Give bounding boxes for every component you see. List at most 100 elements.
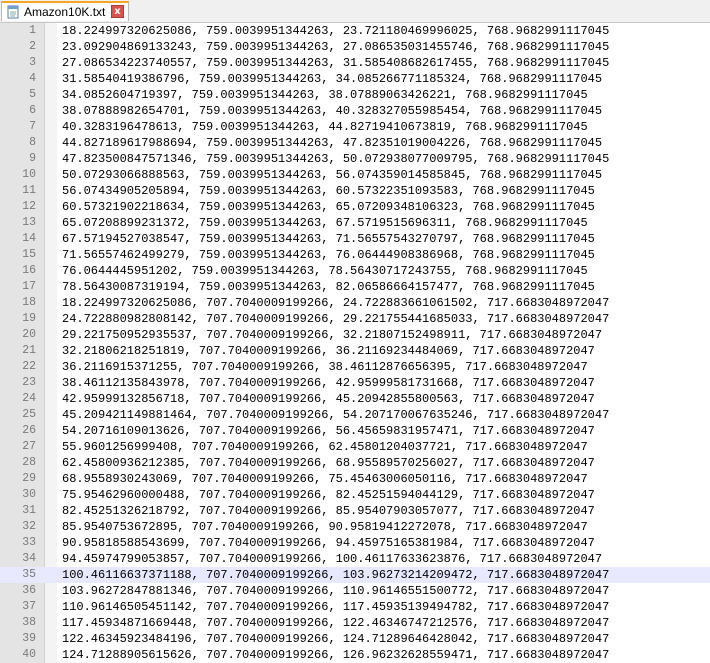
line-number: 17 <box>22 280 36 293</box>
editor-line[interactable]: 21 32.21806218251819, 707.7040009199266, … <box>0 343 710 359</box>
line-text[interactable]: 50.07293066888563, 759.0039951344263, 56… <box>62 167 602 183</box>
line-text[interactable]: 75.95462960000488, 707.7040009199266, 82… <box>62 487 595 503</box>
editor-line[interactable]: 16 76.0644445951202, 759.0039951344263, 7… <box>0 263 710 279</box>
editor-line[interactable]: 26 54.20716109013626, 707.7040009199266, … <box>0 423 710 439</box>
line-text[interactable]: 60.57321902218634, 759.0039951344263, 65… <box>62 199 595 215</box>
line-number: 2 <box>29 40 36 53</box>
editor-line[interactable]: 27 55.9601256999408, 707.7040009199266, 6… <box>0 439 710 455</box>
line-text[interactable]: 23.092904869133243, 759.0039951344263, 2… <box>62 39 609 55</box>
line-number: 16 <box>22 264 36 277</box>
line-text[interactable]: 71.56557462499279, 759.0039951344263, 76… <box>62 247 595 263</box>
line-text[interactable]: 42.95999132856718, 707.7040009199266, 45… <box>62 391 595 407</box>
editor-line[interactable]: 8 44.827189617988694, 759.0039951344263, … <box>0 135 710 151</box>
line-number: 36 <box>22 584 36 597</box>
line-text[interactable]: 24.722880982808142, 707.7040009199266, 2… <box>62 311 609 327</box>
line-text[interactable]: 55.9601256999408, 707.7040009199266, 62.… <box>62 439 588 455</box>
close-tab-icon[interactable]: x <box>111 5 124 18</box>
editor-line[interactable]: 24 42.95999132856718, 707.7040009199266, … <box>0 391 710 407</box>
line-text[interactable]: 31.58540419386796, 759.0039951344263, 34… <box>62 71 602 87</box>
editor-line[interactable]: 7 40.3283196478613, 759.0039951344263, 44… <box>0 119 710 135</box>
editor-line[interactable]: 10 50.07293066888563, 759.0039951344263, … <box>0 167 710 183</box>
editor-line[interactable]: 15 71.56557462499279, 759.0039951344263, … <box>0 247 710 263</box>
line-text[interactable]: 27.086534223740557, 759.0039951344263, 3… <box>62 55 609 71</box>
editor-line[interactable]: 18 18.224997320625086, 707.7040009199266,… <box>0 295 710 311</box>
line-number: 10 <box>22 168 36 181</box>
line-number: 34 <box>22 552 36 565</box>
editor-line[interactable]: 33 90.95818588543699, 707.7040009199266, … <box>0 535 710 551</box>
editor-line[interactable]: 37 110.96146505451142, 707.7040009199266,… <box>0 599 710 615</box>
editor-line[interactable]: 36 103.96272847881346, 707.7040009199266,… <box>0 583 710 599</box>
text-editor[interactable]: 1 18.224997320625086, 759.0039951344263, … <box>0 23 710 663</box>
line-text[interactable]: 62.45800936212385, 707.7040009199266, 68… <box>62 455 595 471</box>
editor-line[interactable]: 3 27.086534223740557, 759.0039951344263, … <box>0 55 710 71</box>
editor-line[interactable]: 1 18.224997320625086, 759.0039951344263, … <box>0 23 710 39</box>
line-text[interactable]: 100.46116637371188, 707.7040009199266, 1… <box>62 567 609 583</box>
line-number: 20 <box>22 328 36 341</box>
editor-line[interactable]: 39 122.46345923484196, 707.7040009199266,… <box>0 631 710 647</box>
line-text[interactable]: 67.57194527038547, 759.0039951344263, 71… <box>62 231 595 247</box>
line-text[interactable]: 34.0852604719397, 759.0039951344263, 38.… <box>62 87 588 103</box>
line-text[interactable]: 76.0644445951202, 759.0039951344263, 78.… <box>62 263 588 279</box>
line-text[interactable]: 122.46345923484196, 707.7040009199266, 1… <box>62 631 609 647</box>
editor-line[interactable]: 13 65.07208899231372, 759.0039951344263, … <box>0 215 710 231</box>
line-text[interactable]: 54.20716109013626, 707.7040009199266, 56… <box>62 423 595 439</box>
editor-line[interactable]: 31 82.45251326218792, 707.7040009199266, … <box>0 503 710 519</box>
editor-line[interactable]: 17 78.56430087319194, 759.0039951344263, … <box>0 279 710 295</box>
line-number: 15 <box>22 248 36 261</box>
line-text[interactable]: 36.2116915371255, 707.7040009199266, 38.… <box>62 359 588 375</box>
notepad-file-icon <box>6 5 20 19</box>
line-text[interactable]: 110.96146505451142, 707.7040009199266, 1… <box>62 599 609 615</box>
line-text[interactable]: 90.95818588543699, 707.7040009199266, 94… <box>62 535 595 551</box>
line-text[interactable]: 44.827189617988694, 759.0039951344263, 4… <box>62 135 602 151</box>
line-number: 1 <box>29 24 36 37</box>
line-text[interactable]: 103.96272847881346, 707.7040009199266, 1… <box>62 583 609 599</box>
line-number: 25 <box>22 408 36 421</box>
editor-line[interactable]: 25 45.209421149881464, 707.7040009199266,… <box>0 407 710 423</box>
editor-line[interactable]: 6 38.07888982654701, 759.0039951344263, 4… <box>0 103 710 119</box>
line-text[interactable]: 82.45251326218792, 707.7040009199266, 85… <box>62 503 595 519</box>
editor-line[interactable]: 9 47.823500847571346, 759.0039951344263, … <box>0 151 710 167</box>
editor-line[interactable]: 14 67.57194527038547, 759.0039951344263, … <box>0 231 710 247</box>
tab-amazon10k[interactable]: Amazon10K.txt x <box>1 1 129 21</box>
editor-lines[interactable]: 1 18.224997320625086, 759.0039951344263, … <box>0 23 710 663</box>
line-text[interactable]: 68.9558930243069, 707.7040009199266, 75.… <box>62 471 588 487</box>
editor-line[interactable]: 2 23.092904869133243, 759.0039951344263, … <box>0 39 710 55</box>
editor-line[interactable]: 11 56.07434905205894, 759.0039951344263, … <box>0 183 710 199</box>
line-text[interactable]: 32.21806218251819, 707.7040009199266, 36… <box>62 343 595 359</box>
line-number: 8 <box>29 136 36 149</box>
line-text[interactable]: 78.56430087319194, 759.0039951344263, 82… <box>62 279 595 295</box>
line-number: 4 <box>29 72 36 85</box>
editor-line[interactable]: 34 94.45974799053857, 707.7040009199266, … <box>0 551 710 567</box>
editor-line[interactable]: 20 29.221750952935537, 707.7040009199266,… <box>0 327 710 343</box>
line-text[interactable]: 85.9540753672895, 707.7040009199266, 90.… <box>62 519 588 535</box>
line-text[interactable]: 47.823500847571346, 759.0039951344263, 5… <box>62 151 609 167</box>
line-number: 38 <box>22 616 36 629</box>
line-number: 24 <box>22 392 36 405</box>
line-text[interactable]: 18.224997320625086, 759.0039951344263, 2… <box>62 23 609 39</box>
editor-line[interactable]: 23 38.46112135843978, 707.7040009199266, … <box>0 375 710 391</box>
editor-line[interactable]: 4 31.58540419386796, 759.0039951344263, 3… <box>0 71 710 87</box>
editor-line[interactable]: 32 85.9540753672895, 707.7040009199266, 9… <box>0 519 710 535</box>
editor-line[interactable]: 29 68.9558930243069, 707.7040009199266, 7… <box>0 471 710 487</box>
line-text[interactable]: 94.45974799053857, 707.7040009199266, 10… <box>62 551 602 567</box>
line-text[interactable]: 40.3283196478613, 759.0039951344263, 44.… <box>62 119 588 135</box>
line-number: 35 <box>22 568 36 581</box>
line-text[interactable]: 18.224997320625086, 707.7040009199266, 2… <box>62 295 609 311</box>
line-text[interactable]: 29.221750952935537, 707.7040009199266, 3… <box>62 327 602 343</box>
line-text[interactable]: 65.07208899231372, 759.0039951344263, 67… <box>62 215 588 231</box>
editor-line[interactable]: 5 34.0852604719397, 759.0039951344263, 38… <box>0 87 710 103</box>
line-text[interactable]: 38.07888982654701, 759.0039951344263, 40… <box>62 103 602 119</box>
editor-line[interactable]: 40 124.71288905615626, 707.7040009199266,… <box>0 647 710 663</box>
editor-line[interactable]: 38 117.45934871669448, 707.7040009199266,… <box>0 615 710 631</box>
editor-line[interactable]: 28 62.45800936212385, 707.7040009199266, … <box>0 455 710 471</box>
line-text[interactable]: 45.209421149881464, 707.7040009199266, 5… <box>62 407 609 423</box>
editor-line[interactable]: 19 24.722880982808142, 707.7040009199266,… <box>0 311 710 327</box>
editor-line[interactable]: 22 36.2116915371255, 707.7040009199266, 3… <box>0 359 710 375</box>
line-text[interactable]: 56.07434905205894, 759.0039951344263, 60… <box>62 183 595 199</box>
line-text[interactable]: 117.45934871669448, 707.7040009199266, 1… <box>62 615 609 631</box>
editor-line[interactable]: 30 75.95462960000488, 707.7040009199266, … <box>0 487 710 503</box>
editor-line[interactable]: 35 100.46116637371188, 707.7040009199266,… <box>0 567 710 583</box>
line-text[interactable]: 38.46112135843978, 707.7040009199266, 42… <box>62 375 595 391</box>
editor-line[interactable]: 12 60.57321902218634, 759.0039951344263, … <box>0 199 710 215</box>
line-text[interactable]: 124.71288905615626, 707.7040009199266, 1… <box>62 647 609 663</box>
